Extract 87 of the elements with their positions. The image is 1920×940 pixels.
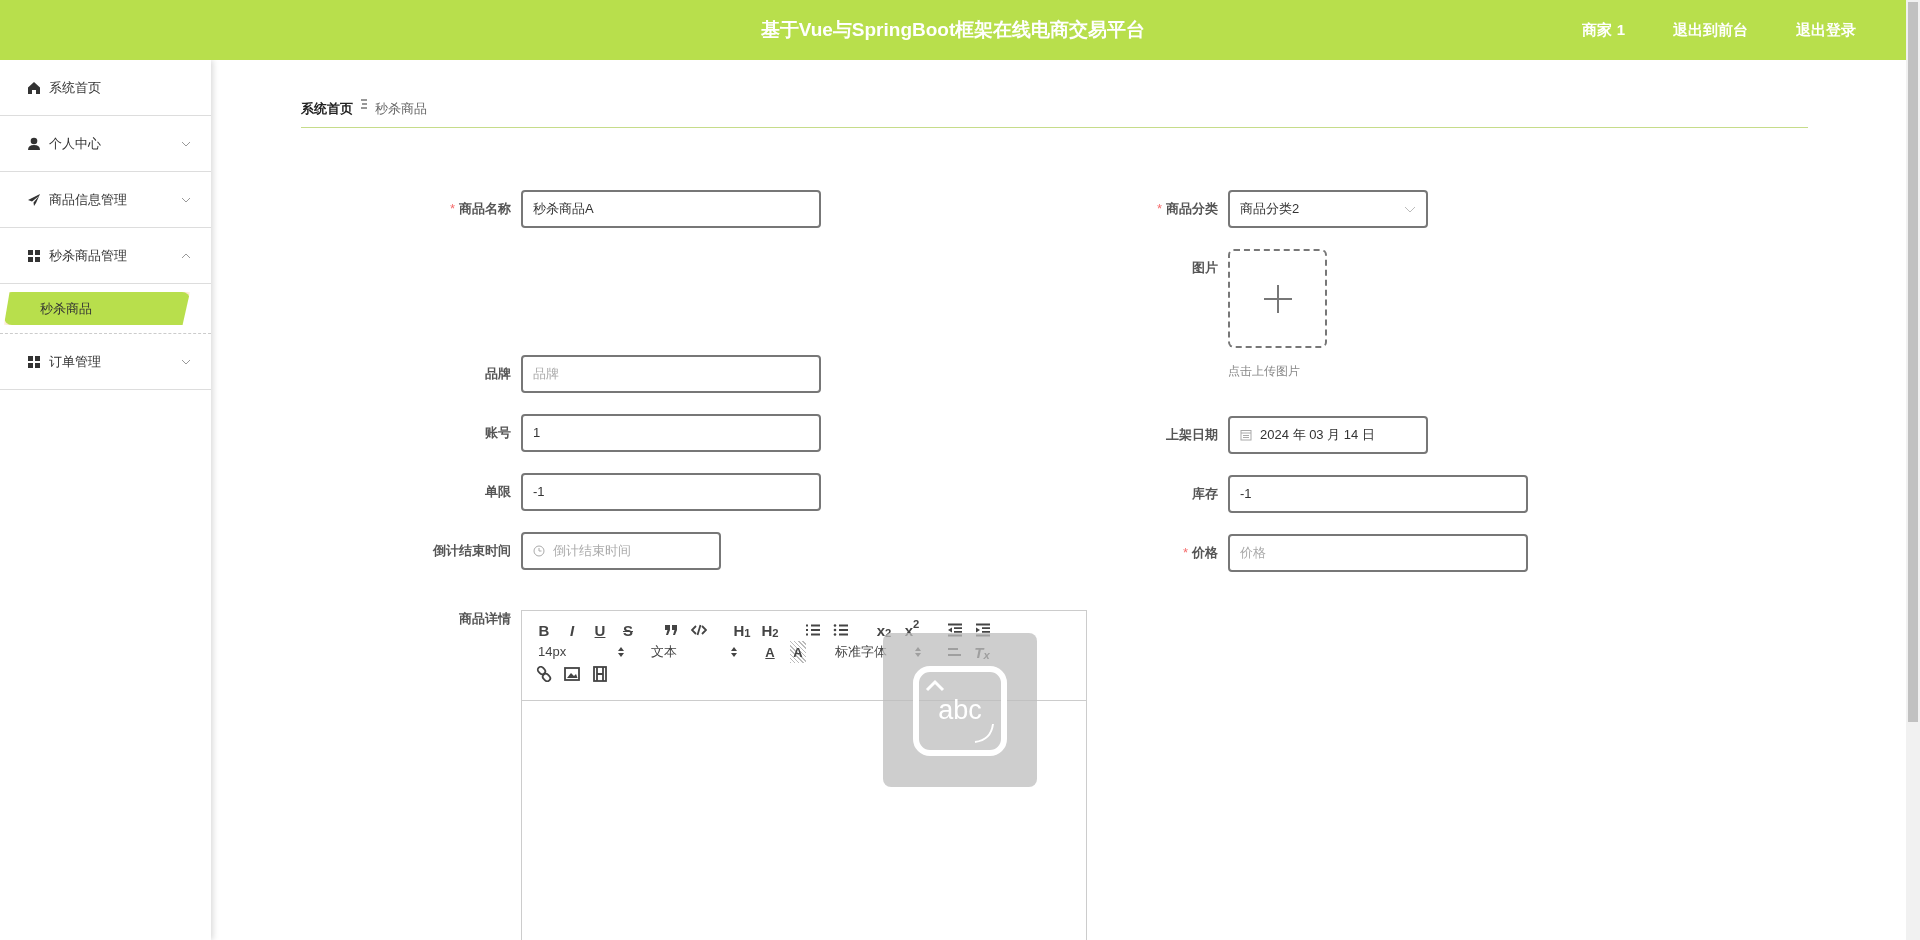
item-label: 商品信息管理 (49, 190, 128, 209)
link-icon (536, 666, 552, 682)
sidebar-item[interactable]: 秒杀商品管理 (0, 228, 211, 284)
input-field[interactable]: -1 (1228, 475, 1528, 513)
field-value[interactable]: 倒计结束时间 (553, 541, 709, 561)
toolbar-button[interactable]: H$_{1}$ (728, 619, 756, 641)
upload-area[interactable] (1228, 249, 1327, 348)
field-label: 倒计结束时间 (431, 542, 511, 560)
toolbar-button[interactable]: x$_{2}$ (870, 619, 898, 641)
label-text: 价格 (1192, 545, 1218, 560)
field-label: 单限 (484, 483, 511, 501)
field-value[interactable]: 商品分类2 (1240, 199, 1396, 219)
toolbar-button[interactable]: U (586, 619, 614, 641)
dropdown-label: 14px (538, 643, 567, 662)
item-label: 订单管理 (49, 352, 102, 371)
time-field[interactable]: 倒计结束时间 (521, 532, 721, 570)
scrollbar-thumb[interactable] (1908, 2, 1918, 722)
breadcrumb-item[interactable]: 系统首页 (301, 99, 353, 119)
film-icon (593, 666, 607, 682)
sidebar-item[interactable]: 个人中心 (0, 116, 211, 172)
required-mark: * (449, 201, 455, 216)
field-label: 账号 (484, 424, 511, 442)
grid-icon (27, 354, 41, 369)
field-label: 库存 (1191, 485, 1218, 503)
dropdown-label: 标准字体 (835, 643, 887, 662)
input-field[interactable]: 品牌 (521, 355, 821, 393)
ordered-list-icon (805, 623, 821, 637)
date-field[interactable]: 2024 年 03 月 14 日 (1228, 416, 1428, 454)
keyboard-frame-icon (913, 666, 1007, 756)
user-icon (27, 136, 41, 151)
scrollbar[interactable] (1906, 0, 1920, 940)
image-icon (564, 667, 580, 681)
upload-hint: 点击上传图片 (1228, 363, 1301, 380)
toolbar-button[interactable]: H$_{2}$ (756, 619, 784, 641)
field-label: 品牌 (484, 365, 511, 383)
sidebar-item[interactable]: 系统首页 (0, 60, 211, 116)
toolbar-button[interactable]: A (790, 641, 806, 663)
field-value[interactable]: -1 (1240, 484, 1516, 504)
field-value[interactable]: 1 (533, 423, 809, 443)
paper-plane-icon (27, 192, 41, 207)
sidebar-item[interactable]: 商品信息管理 (0, 172, 211, 228)
item-label: 个人中心 (49, 134, 102, 153)
field-label: 上架日期 (1165, 426, 1218, 444)
updown-arrow-icon (731, 647, 737, 657)
input-field[interactable]: 秒杀商品A (521, 190, 821, 228)
input-field[interactable]: 价格 (1228, 534, 1528, 572)
field-label: 商品详情 (458, 610, 511, 628)
field-value[interactable]: 2024 年 03 月 14 日 (1260, 425, 1416, 445)
field-label: 图片 (1191, 259, 1218, 277)
submenu-item[interactable]: 秒杀商品 (4, 292, 190, 325)
field-value[interactable]: 品牌 (533, 364, 809, 384)
sidebar-item[interactable]: 订单管理 (0, 334, 211, 390)
chevron-down-icon (1404, 205, 1416, 213)
updown-arrow-icon (618, 647, 624, 657)
toolbar-button[interactable]: x$^{2}$ (898, 619, 926, 641)
dropdown-label: 文本 (651, 643, 677, 662)
required-mark: * (1156, 201, 1162, 216)
toolbar-button[interactable]: B (530, 619, 558, 641)
input-field[interactable]: -1 (521, 473, 821, 511)
toolbar-dropdown[interactable]: 14px (530, 641, 628, 663)
field-value[interactable]: -1 (533, 482, 809, 502)
code-icon (691, 623, 707, 637)
toolbar-dropdown[interactable]: 标准字体 (827, 641, 925, 663)
field-value[interactable]: 秒杀商品A (533, 199, 809, 219)
toolbar-button[interactable]: S (614, 619, 642, 641)
home-icon (27, 80, 41, 95)
label-text: 商品分类 (1166, 201, 1218, 216)
plus-icon (1263, 284, 1292, 313)
label-text: 商品名称 (459, 201, 511, 216)
separator-icon (361, 99, 367, 109)
quote-icon (663, 623, 679, 637)
toolbar-button[interactable]: I (558, 619, 586, 641)
input-field[interactable]: 1 (521, 414, 821, 452)
required-mark: * (1182, 545, 1188, 560)
indicator-label: abc (937, 695, 983, 725)
app-title: 基于Vue与SpringBoot框架在线电商交易平台 (760, 17, 1146, 42)
item-label: 系统首页 (49, 78, 102, 97)
select-field[interactable]: 商品分类2 (1228, 190, 1428, 228)
item-label: 秒杀商品管理 (49, 246, 128, 265)
calendar-icon (1240, 429, 1252, 441)
field-value[interactable]: 价格 (1240, 543, 1516, 563)
grid-icon (27, 248, 41, 263)
toolbar-dropdown[interactable]: 文本 (643, 641, 741, 663)
breadcrumb-item: 秒杀商品 (375, 100, 427, 118)
toolbar-button[interactable]: A (756, 641, 784, 663)
clock-icon (533, 545, 545, 557)
bullet-list-icon (833, 623, 849, 637)
